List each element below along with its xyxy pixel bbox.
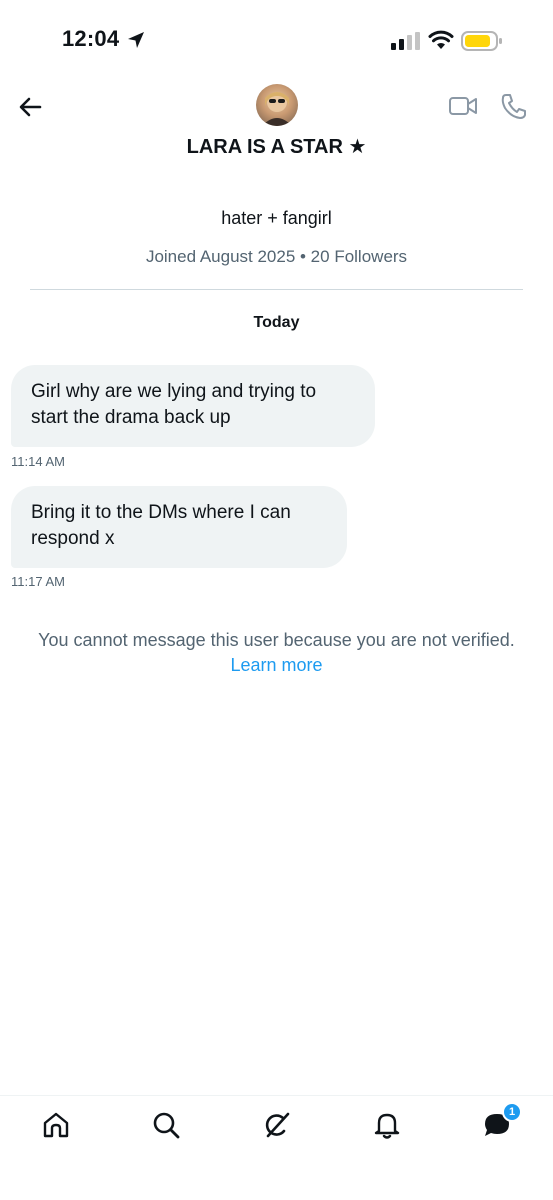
signal-icon	[391, 32, 420, 50]
wifi-icon	[428, 30, 454, 49]
video-call-icon[interactable]	[448, 94, 478, 118]
messages-unread-badge: 1	[502, 1102, 522, 1122]
profile-bio: hater + fangirl	[221, 208, 332, 228]
battery-icon	[461, 31, 502, 51]
message-timestamp: 11:14 AM	[11, 454, 65, 469]
status-time: 12:04	[62, 26, 120, 51]
day-separator: Today	[253, 314, 300, 331]
search-icon[interactable]	[151, 1110, 181, 1140]
message-bubble[interactable]: Girl why are we lying and trying to star…	[11, 365, 375, 447]
notifications-bell-icon[interactable]	[372, 1110, 402, 1140]
message-bubble[interactable]: Bring it to the DMs where I can respond …	[11, 486, 347, 568]
display-name[interactable]: LARA IS A STAR ★	[0, 134, 553, 159]
learn-more-link[interactable]: Learn more	[0, 653, 553, 678]
home-icon[interactable]	[41, 1110, 71, 1140]
grok-icon[interactable]	[262, 1110, 292, 1140]
avatar-image	[262, 92, 292, 126]
bottom-nav: 1	[0, 1095, 553, 1200]
joined-followers-line: Joined August 2025 • 20 Followers	[145, 247, 408, 266]
avatar[interactable]	[256, 84, 298, 126]
dm-conversation-screen: 12:04 LARA IS A STAR ★ hater + fangirl J…	[0, 0, 553, 1200]
not-verified-notice: You cannot message this user because you…	[38, 630, 515, 650]
phone-call-icon[interactable]	[500, 92, 526, 120]
message-timestamp: 11:17 AM	[11, 574, 65, 589]
back-arrow-icon[interactable]	[16, 92, 46, 122]
location-arrow-icon	[128, 32, 144, 48]
status-bar: 12:04	[0, 0, 553, 80]
divider	[30, 289, 523, 290]
